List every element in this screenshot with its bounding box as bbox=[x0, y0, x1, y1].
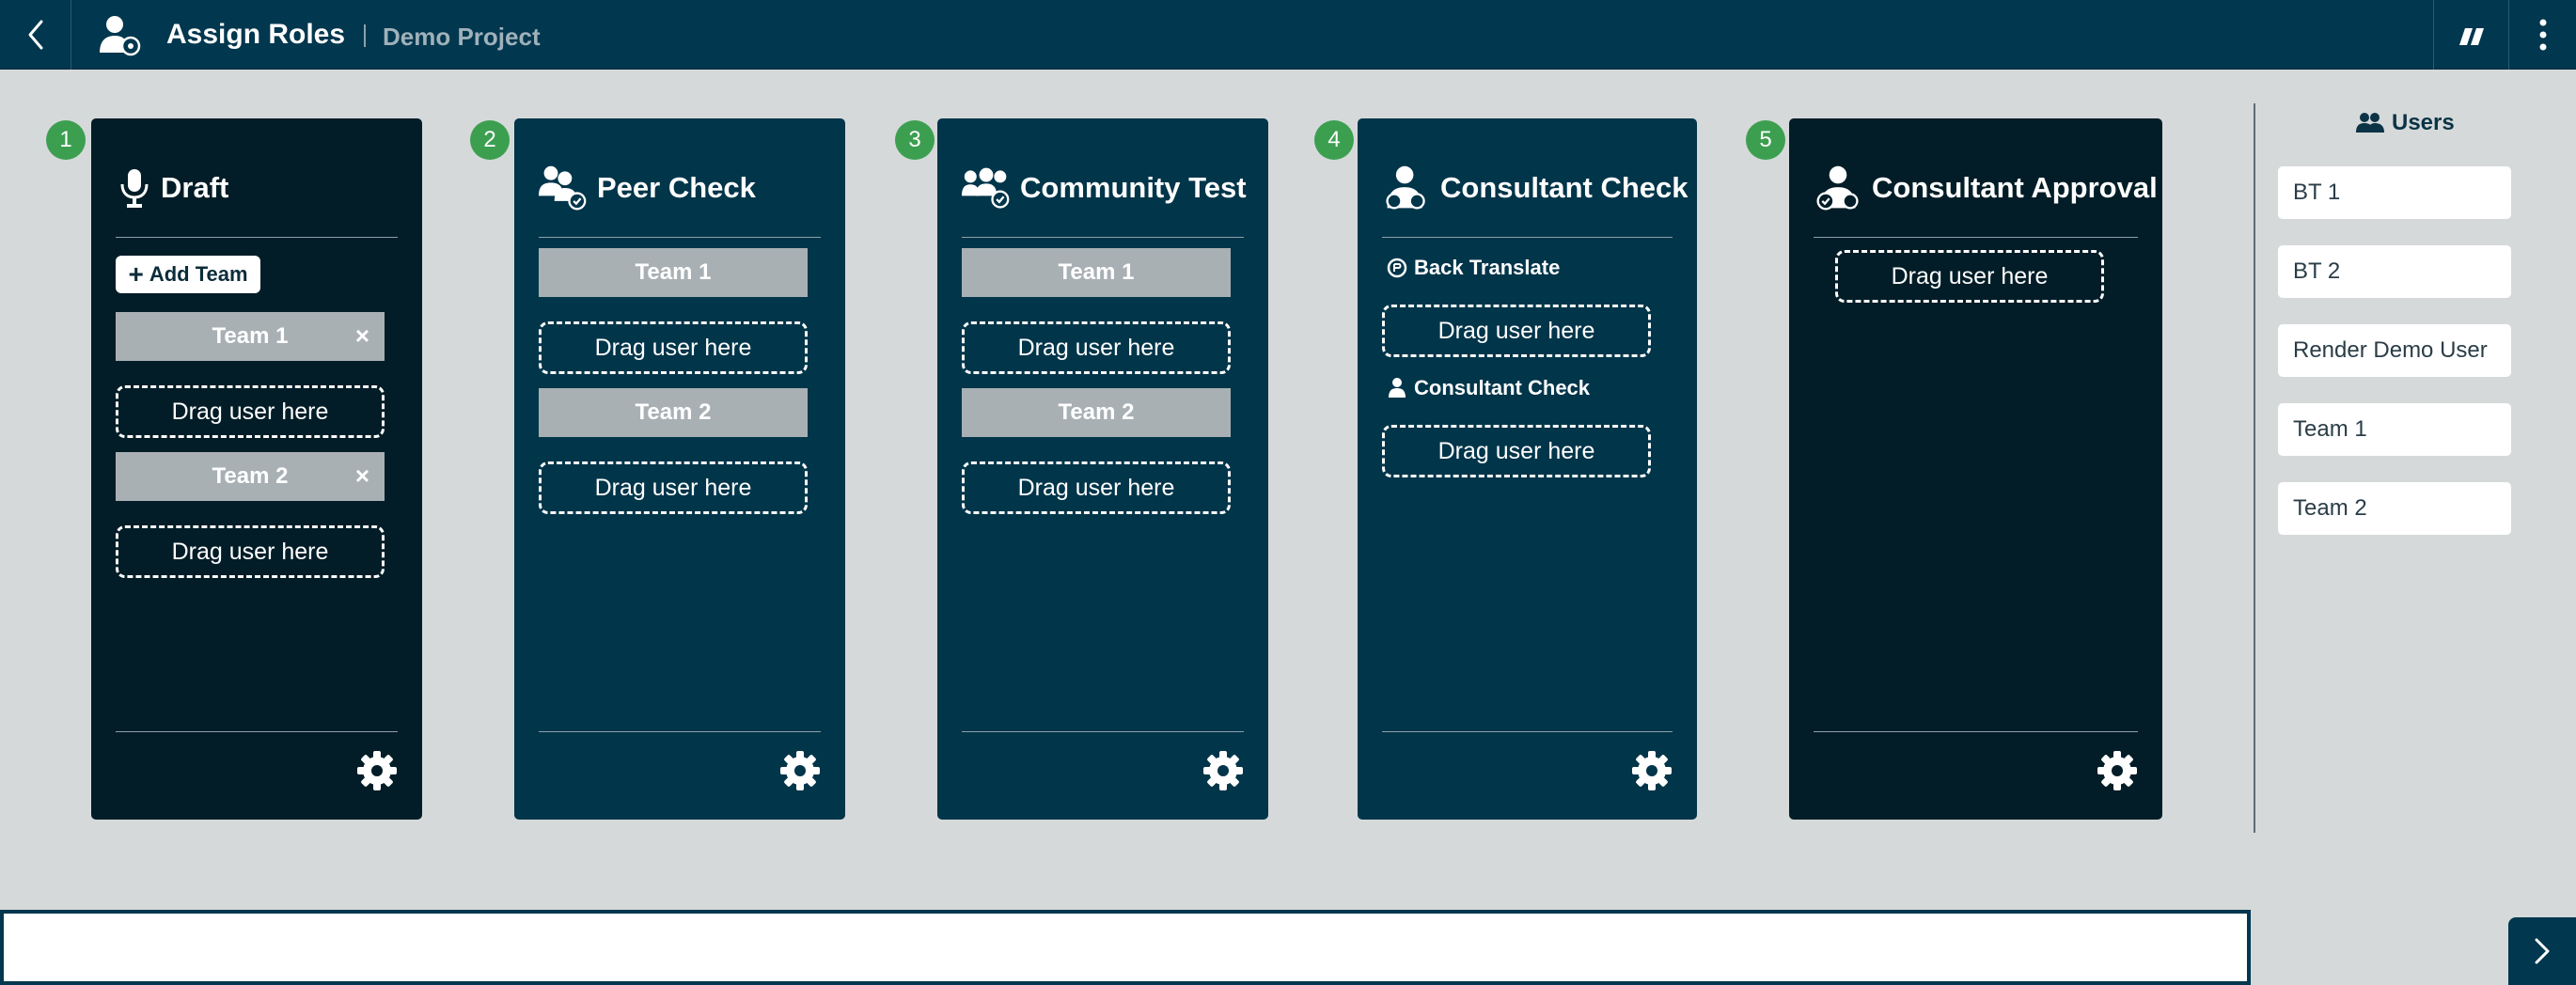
back-button[interactable] bbox=[0, 0, 71, 70]
project-name: Demo Project bbox=[383, 23, 541, 51]
column-peer-check: Peer Check Team 1 Drag user here Team 2 … bbox=[514, 118, 845, 820]
microphone-icon bbox=[116, 162, 153, 214]
drop-zone[interactable]: Drag user here bbox=[1382, 305, 1651, 357]
team-bar: Team 1 × bbox=[116, 312, 385, 361]
role-label-text: Back Translate bbox=[1414, 256, 1561, 279]
column-header: Consultant Check bbox=[1382, 162, 1689, 214]
column-consultant-approval: Consultant Approval Drag user here bbox=[1789, 118, 2162, 820]
column-consultant-check: Consultant Check Back Translate Drag use… bbox=[1358, 118, 1697, 820]
divider bbox=[539, 237, 821, 238]
drop-zone[interactable]: Drag user here bbox=[962, 461, 1231, 514]
drop-zone[interactable]: Drag user here bbox=[1382, 425, 1651, 477]
role-label-text: Consultant Check bbox=[1414, 376, 1591, 399]
divider bbox=[116, 731, 398, 732]
users-panel-title: Users bbox=[2356, 107, 2455, 139]
gear-icon[interactable] bbox=[2097, 750, 2138, 791]
team-bar: Team 2 bbox=[539, 388, 808, 437]
chevron-left-icon bbox=[28, 20, 42, 50]
quote-button[interactable] bbox=[2433, 0, 2508, 70]
back-translate-icon bbox=[1387, 258, 1407, 278]
more-menu-button[interactable] bbox=[2508, 0, 2576, 70]
step-badge-peer-check: 2 bbox=[470, 120, 510, 160]
consultant-small-icon bbox=[1389, 378, 1406, 398]
gear-icon[interactable] bbox=[1202, 750, 1244, 791]
divider bbox=[962, 237, 1244, 238]
gear-icon[interactable] bbox=[356, 750, 398, 791]
column-title: Consultant Check bbox=[1440, 171, 1689, 204]
user-card[interactable]: Team 1 bbox=[2278, 403, 2511, 456]
users-group-icon bbox=[962, 162, 1011, 214]
gear-icon[interactable] bbox=[779, 750, 821, 791]
team-bar: Team 1 bbox=[539, 248, 808, 297]
consultant-icon bbox=[1382, 162, 1431, 214]
divider bbox=[1814, 237, 2138, 238]
step-badge-consultant-approval: 5 bbox=[1746, 120, 1785, 160]
team-name: Team 1 bbox=[212, 323, 289, 349]
divider bbox=[962, 731, 1244, 732]
column-draft: Draft + Add Team Team 1 × Drag user here… bbox=[91, 118, 422, 820]
column-header: Peer Check bbox=[539, 162, 756, 214]
bottom-input-area[interactable] bbox=[0, 910, 2251, 985]
step-badge-draft: 1 bbox=[46, 120, 86, 160]
title-separator bbox=[364, 24, 366, 47]
user-card[interactable]: Team 2 bbox=[2278, 482, 2511, 535]
column-title: Draft bbox=[161, 171, 229, 204]
column-title: Community Test bbox=[1020, 171, 1247, 204]
users-icon bbox=[2356, 113, 2384, 133]
team-name: Team 2 bbox=[212, 463, 289, 489]
remove-team-button[interactable]: × bbox=[355, 461, 369, 491]
more-vertical-icon bbox=[2539, 19, 2546, 51]
team-name: Team 1 bbox=[1058, 259, 1135, 285]
team-name: Team 2 bbox=[1058, 399, 1135, 425]
user-card[interactable]: BT 1 bbox=[2278, 166, 2511, 219]
role-label-consultant-check: Consultant Check bbox=[1386, 376, 1590, 400]
add-team-button[interactable]: + Add Team bbox=[116, 256, 260, 293]
team-name: Team 1 bbox=[635, 259, 712, 285]
column-header: Consultant Approval bbox=[1814, 162, 2158, 214]
drop-zone[interactable]: Drag user here bbox=[539, 461, 808, 514]
team-bar: Team 2 × bbox=[116, 452, 385, 501]
divider bbox=[1382, 237, 1673, 238]
users-panel-divider bbox=[2254, 103, 2255, 833]
plus-icon: + bbox=[128, 259, 144, 289]
team-bar: Team 1 bbox=[962, 248, 1231, 297]
divider bbox=[1382, 731, 1673, 732]
page-title: Assign Roles bbox=[166, 19, 346, 50]
chevron-right-icon bbox=[2535, 938, 2550, 964]
drop-zone[interactable]: Drag user here bbox=[539, 321, 808, 374]
divider bbox=[116, 237, 398, 238]
divider bbox=[539, 731, 821, 732]
drop-zone[interactable]: Drag user here bbox=[962, 321, 1231, 374]
drop-zone[interactable]: Drag user here bbox=[116, 385, 385, 438]
column-header: Draft bbox=[116, 162, 228, 214]
remove-team-button[interactable]: × bbox=[355, 321, 369, 351]
drop-zone[interactable]: Drag user here bbox=[116, 525, 385, 578]
step-badge-community-test: 3 bbox=[895, 120, 935, 160]
user-card[interactable]: BT 2 bbox=[2278, 245, 2511, 298]
column-community-test: Community Test Team 1 Drag user here Tea… bbox=[937, 118, 1268, 820]
quote-icon bbox=[2458, 28, 2484, 45]
column-header: Community Test bbox=[962, 162, 1247, 214]
column-title: Consultant Approval bbox=[1872, 171, 2158, 204]
top-bar: Assign Roles Demo Project bbox=[0, 0, 2576, 70]
users-check-icon bbox=[539, 162, 588, 214]
gear-icon[interactable] bbox=[1631, 750, 1673, 791]
user-gear-icon bbox=[100, 16, 141, 56]
divider bbox=[1814, 731, 2138, 732]
team-bar: Team 2 bbox=[962, 388, 1231, 437]
step-badge-consultant-check: 4 bbox=[1314, 120, 1354, 160]
column-title: Peer Check bbox=[597, 171, 756, 204]
consultant-approval-icon bbox=[1814, 162, 1862, 214]
user-card[interactable]: Render Demo User bbox=[2278, 324, 2511, 377]
role-label-back-translate: Back Translate bbox=[1386, 256, 1560, 280]
team-name: Team 2 bbox=[635, 399, 712, 425]
next-button[interactable] bbox=[2508, 917, 2576, 985]
users-title-text: Users bbox=[2392, 110, 2455, 135]
drop-zone[interactable]: Drag user here bbox=[1835, 250, 2104, 303]
add-team-label: Add Team bbox=[149, 262, 248, 286]
